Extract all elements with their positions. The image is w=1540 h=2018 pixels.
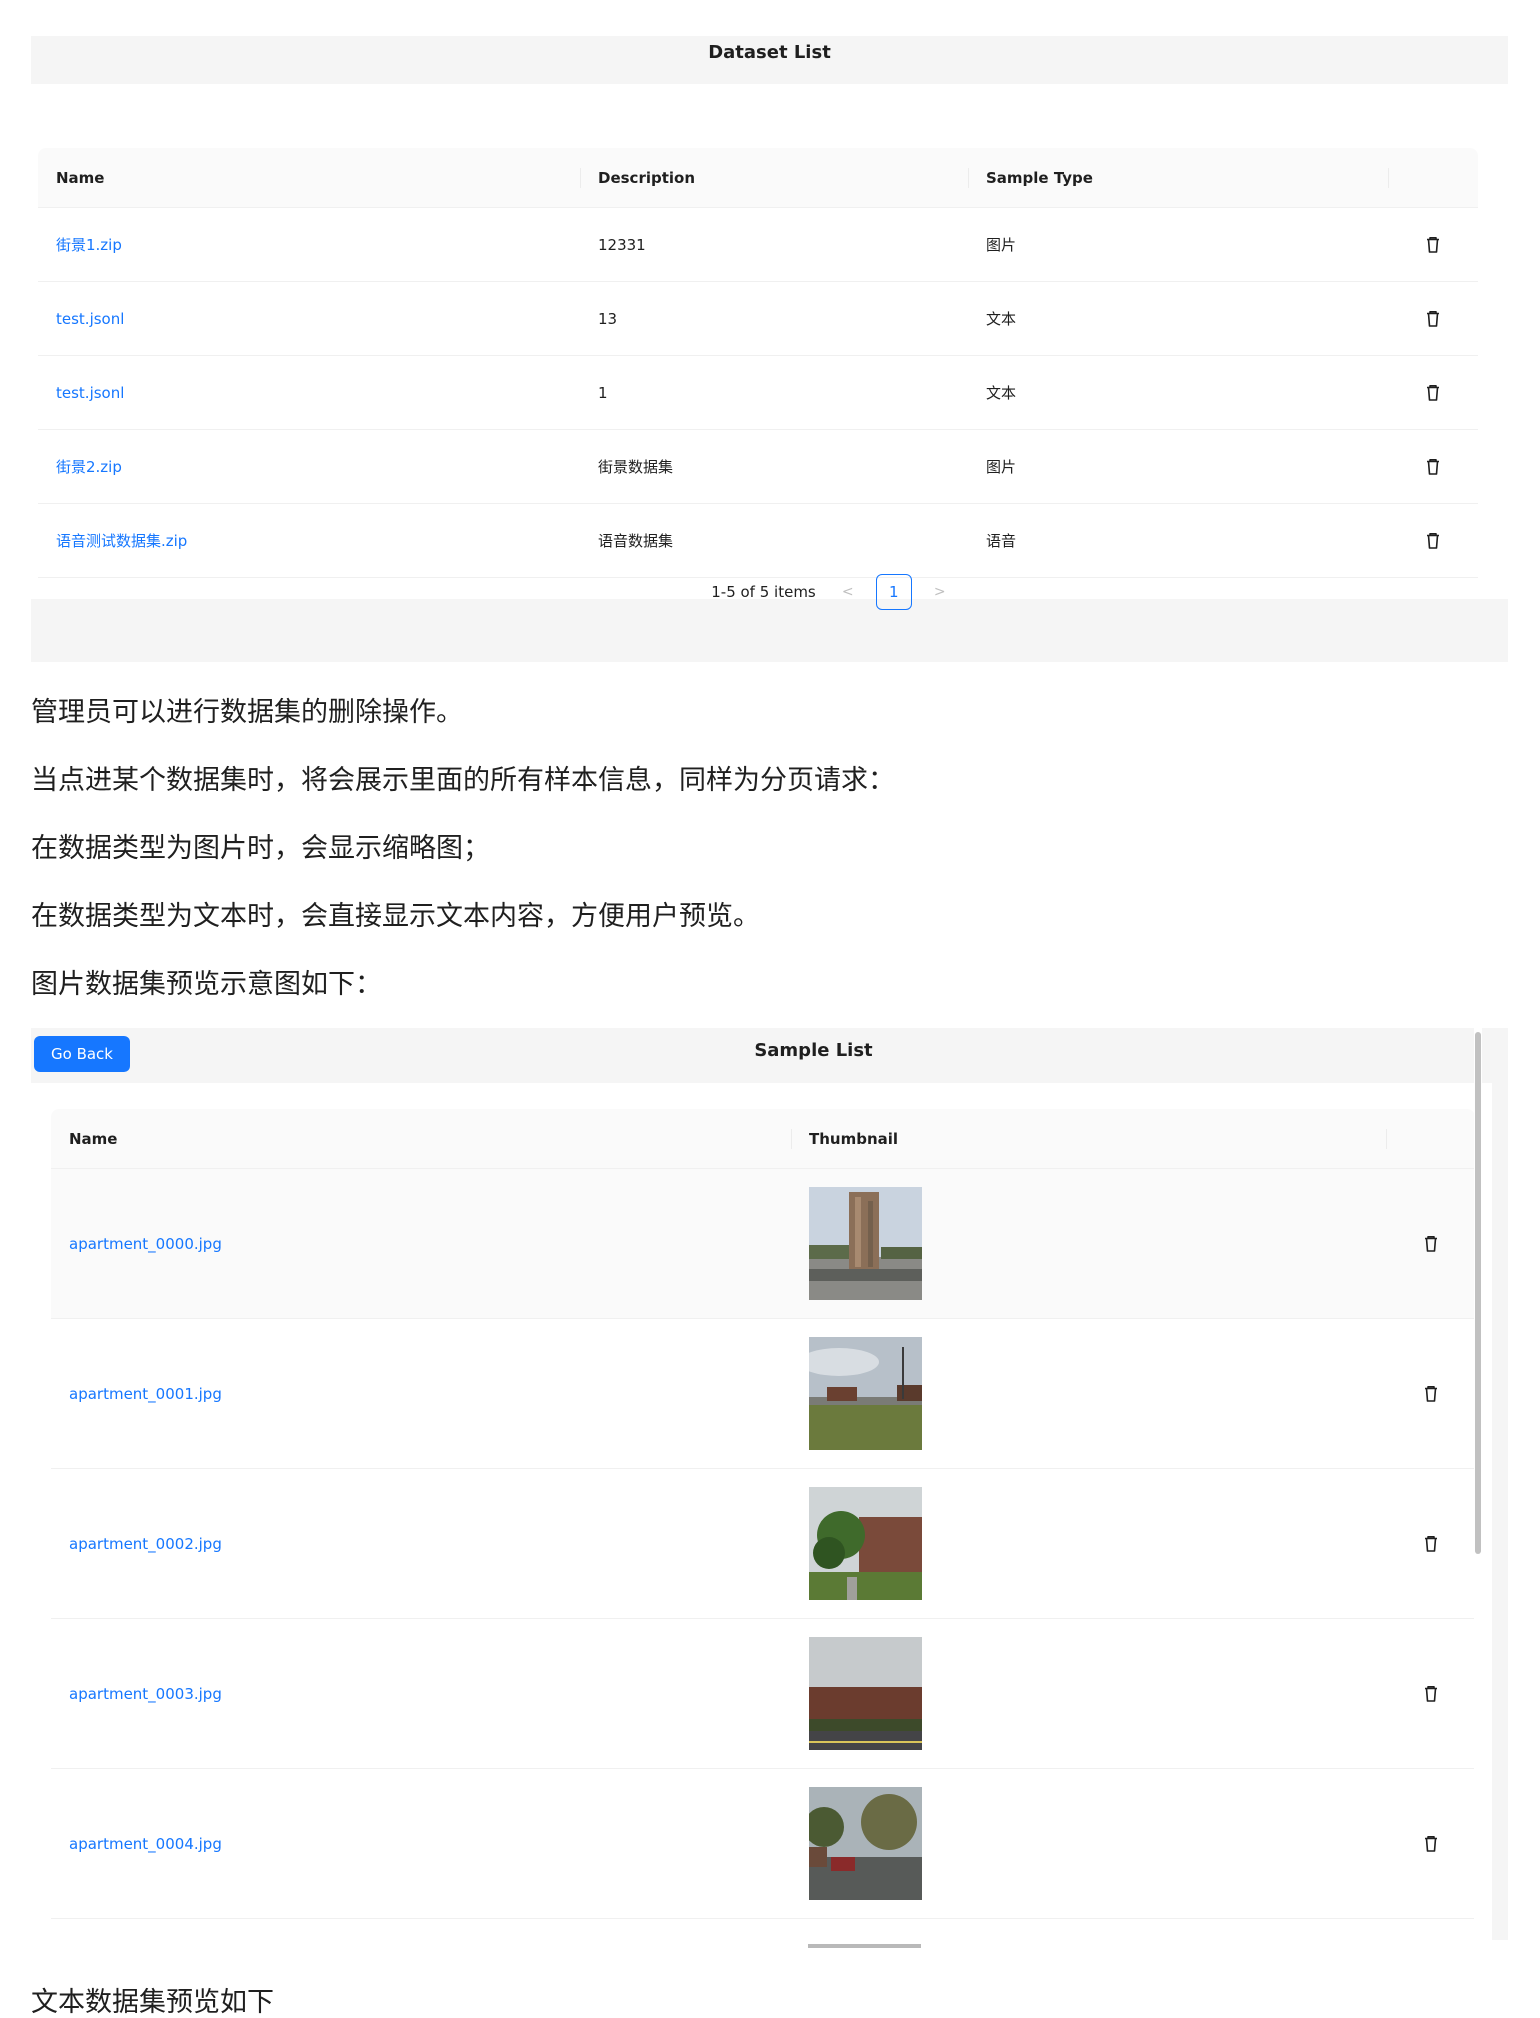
column-header-name: Name <box>56 168 105 187</box>
trash-icon[interactable] <box>1423 235 1443 255</box>
sample-list-title: Sample List <box>754 1040 873 1061</box>
dataset-sample-type: 图片 <box>986 458 1017 476</box>
dataset-sample-type: 语音 <box>986 532 1017 550</box>
dataset-table: Name Description Sample Type 街景1.zip 123… <box>38 148 1478 578</box>
table-row: apartment_0003.jpg <box>51 1619 1475 1769</box>
trash-icon[interactable] <box>1423 531 1443 551</box>
dataset-description: 12331 <box>598 235 646 254</box>
table-header: Name Description Sample Type <box>38 148 1478 208</box>
sample-name-link[interactable]: apartment_0000.jpg <box>69 1235 222 1253</box>
dataset-sample-type: 文本 <box>986 310 1017 328</box>
dataset-sample-type: 图片 <box>986 236 1017 254</box>
dataset-name-link[interactable]: 街景2.zip <box>56 456 122 477</box>
column-header-actions <box>1388 148 1478 207</box>
sample-name-link[interactable]: apartment_0002.jpg <box>69 1535 222 1553</box>
table-row: apartment_0002.jpg <box>51 1469 1475 1619</box>
thumbnail-image[interactable] <box>809 1187 922 1300</box>
dataset-description: 街景数据集 <box>598 458 674 476</box>
dataset-name-link[interactable]: test.jsonl <box>56 384 124 402</box>
table-row: apartment_0001.jpg <box>51 1319 1475 1469</box>
table-row: 语音测试数据集.zip 语音数据集 语音 <box>38 504 1478 578</box>
trash-icon[interactable] <box>1421 1384 1441 1404</box>
paragraph: 文本数据集预览如下 <box>31 1987 274 2018</box>
thumbnail-image[interactable] <box>809 1487 922 1600</box>
sample-name-link[interactable]: apartment_0001.jpg <box>69 1385 222 1403</box>
trash-icon[interactable] <box>1421 1834 1441 1854</box>
thumbnail-image[interactable] <box>809 1637 922 1750</box>
paragraph: 图片数据集预览示意图如下： <box>31 969 382 1000</box>
pagination-total: 1-5 of 5 items <box>711 583 816 601</box>
column-header-description: Description <box>580 148 968 207</box>
sample-name-link[interactable]: apartment_0004.jpg <box>69 1835 222 1853</box>
dataset-list-title: Dataset List <box>708 42 831 63</box>
table-row: 街景2.zip 街景数据集 图片 <box>38 430 1478 504</box>
dataset-name-link[interactable]: 语音测试数据集.zip <box>56 530 187 551</box>
dataset-sample-type: 文本 <box>986 384 1017 402</box>
sample-list-panel: Go Back Sample List Name Thumbnail apart… <box>31 1028 1508 1940</box>
dataset-name-link[interactable]: 街景1.zip <box>56 234 122 255</box>
dataset-description: 1 <box>598 383 608 402</box>
column-header-name: Name <box>69 1129 118 1148</box>
trash-icon[interactable] <box>1421 1534 1441 1554</box>
pagination-page-1[interactable]: 1 <box>875 574 912 610</box>
paragraph: 当点进某个数据集时，将会展示里面的所有样本信息，同样为分页请求： <box>31 765 895 796</box>
sample-list-header: Go Back Sample List <box>31 1028 1508 1083</box>
dataset-list-body: Name Description Sample Type 街景1.zip 123… <box>31 84 1508 610</box>
dataset-description: 13 <box>598 309 618 328</box>
pagination: 1-5 of 5 items < 1 > <box>31 572 1508 612</box>
paragraph: 管理员可以进行数据集的删除操作。 <box>31 697 463 728</box>
table-row: test.jsonl 13 文本 <box>38 282 1478 356</box>
chevron-left-icon[interactable]: < <box>832 584 864 600</box>
table-row: apartment_0004.jpg <box>51 1769 1475 1919</box>
trash-icon[interactable] <box>1423 457 1443 477</box>
thumbnail-image[interactable] <box>809 1337 922 1450</box>
column-header-sample-type: Sample Type <box>968 148 1388 207</box>
trash-icon[interactable] <box>1421 1684 1441 1704</box>
dataset-name-link[interactable]: test.jsonl <box>56 310 124 328</box>
table-header: Name Thumbnail <box>51 1109 1475 1169</box>
thumbnail-image[interactable] <box>809 1787 922 1900</box>
table-row: 街景1.zip 12331 图片 <box>38 208 1478 282</box>
partial-thumbnail <box>808 1944 921 1948</box>
column-header-actions <box>1386 1109 1475 1168</box>
sample-table: Name Thumbnail apartment_0000.jpg apartm… <box>51 1109 1475 1919</box>
chevron-right-icon[interactable]: > <box>924 584 956 600</box>
trash-icon[interactable] <box>1423 383 1443 403</box>
sample-list-body: Name Thumbnail apartment_0000.jpg apartm… <box>31 1083 1492 1940</box>
dataset-list-panel: Dataset List Name Description Sample Typ… <box>31 36 1508 662</box>
trash-icon[interactable] <box>1423 309 1443 329</box>
paragraph: 在数据类型为图片时，会显示缩略图； <box>31 833 490 864</box>
scrollbar-thumb[interactable] <box>1475 1032 1481 1554</box>
scrollbar[interactable] <box>1474 1028 1482 1940</box>
trash-icon[interactable] <box>1421 1234 1441 1254</box>
sample-name-link[interactable]: apartment_0003.jpg <box>69 1685 222 1703</box>
table-row: test.jsonl 1 文本 <box>38 356 1478 430</box>
column-header-thumbnail: Thumbnail <box>791 1109 1386 1168</box>
paragraph: 在数据类型为文本时，会直接显示文本内容，方便用户预览。 <box>31 901 760 932</box>
table-row: apartment_0000.jpg <box>51 1169 1475 1319</box>
dataset-description: 语音数据集 <box>598 532 674 550</box>
